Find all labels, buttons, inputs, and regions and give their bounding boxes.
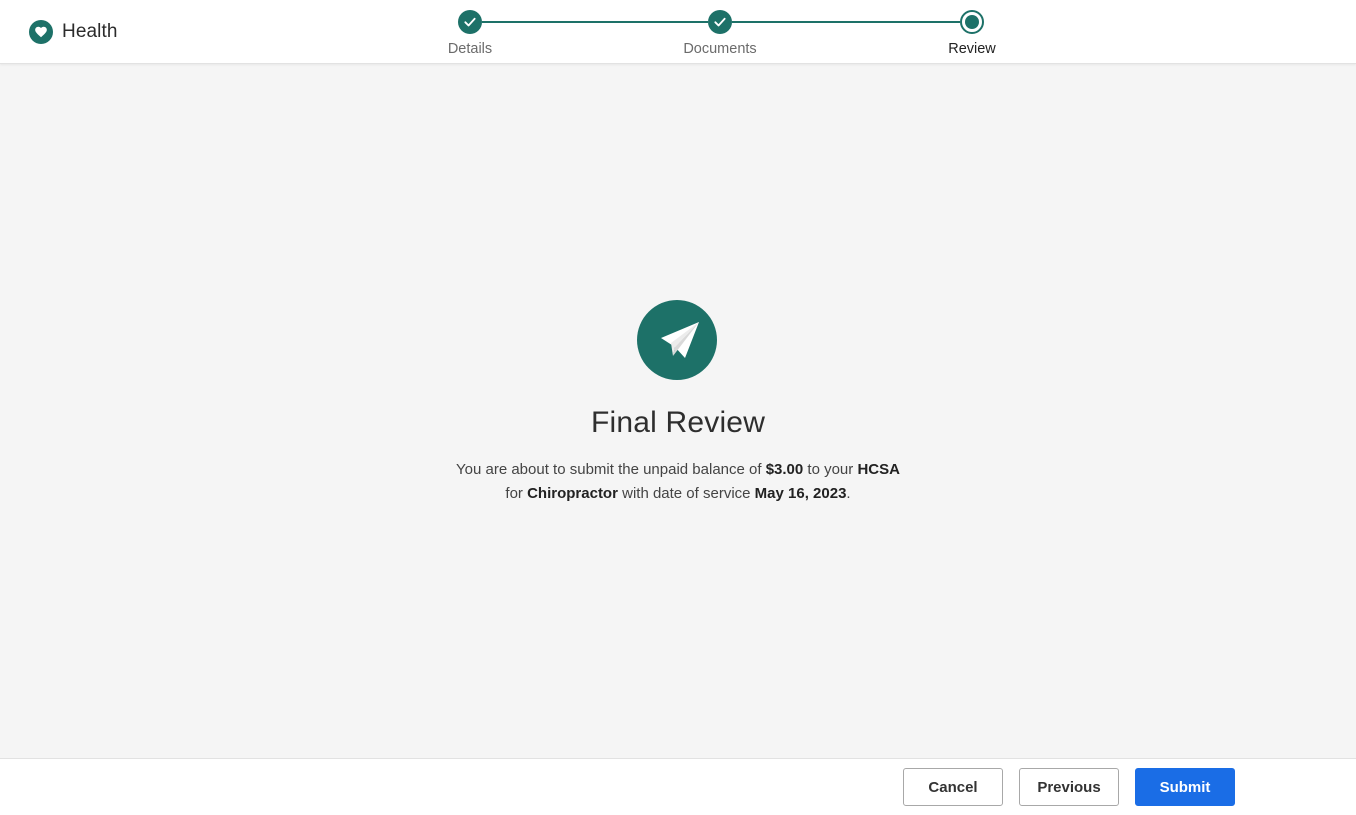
- step-connector: [732, 21, 960, 23]
- footer-bar: Cancel Previous Submit: [0, 758, 1356, 815]
- service-date-value: May 16, 2023: [754, 485, 847, 502]
- step-label-documents: Documents: [683, 41, 757, 57]
- review-message: You are about to submit the unpaid balan…: [456, 461, 900, 502]
- amount-value: $3.00: [765, 461, 804, 478]
- progress-stepper: Details Documents Review: [0, 0, 1356, 63]
- page-title: Final Review: [590, 406, 766, 439]
- step-review-current-icon: [960, 10, 984, 34]
- step-label-details: Details: [447, 41, 493, 57]
- main-content: Final Review You are about to submit the…: [0, 64, 1356, 758]
- cancel-button[interactable]: Cancel: [903, 768, 1003, 806]
- previous-button[interactable]: Previous: [1019, 768, 1119, 806]
- step-documents-complete-icon: [708, 10, 732, 34]
- step-label-review: Review: [948, 41, 996, 57]
- top-header: Health Details Documents Review: [0, 0, 1356, 64]
- account-value: HCSA: [857, 461, 900, 478]
- step-connector: [482, 21, 708, 23]
- submit-button[interactable]: Submit: [1135, 768, 1235, 806]
- step-details-complete-icon: [458, 10, 482, 34]
- paper-plane-icon: [637, 300, 717, 380]
- provider-value: Chiropractor: [527, 485, 618, 502]
